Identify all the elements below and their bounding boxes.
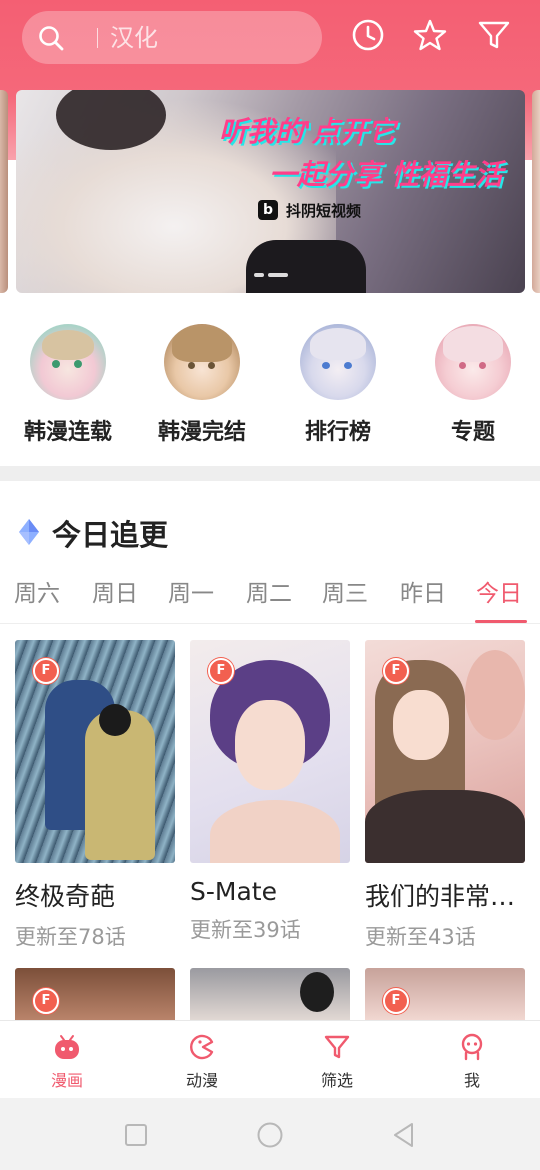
comic-card[interactable]: F 我们的非常… 更新至43话 [365,640,525,951]
category-avatar [300,324,376,400]
section-separator [0,466,540,481]
comic-update: 更新至43话 [365,925,476,949]
banner-subheadline: 一起分享 性福生活 [269,158,503,191]
comic-card[interactable]: F [15,968,175,1020]
nav-label: 漫画 [50,1071,83,1090]
comic-cover: F [15,640,175,863]
filter-icon [324,1035,350,1059]
free-badge: F [208,658,234,684]
free-badge: F [383,988,409,1014]
bottom-nav: 漫画 动漫 筛选 我 [0,1020,540,1098]
nav-profile[interactable]: 我 [422,1033,522,1091]
brand-name: 抖阴短视频 [286,202,362,220]
home-icon[interactable] [256,1121,284,1149]
search-icon [39,26,64,51]
comic-title: S-Mate [190,877,277,906]
search-bar[interactable] [22,11,322,64]
category-label: 专题 [450,420,495,445]
category-topics[interactable]: 专题 [405,324,540,446]
banner-headline: 听我的'点开它 [219,115,396,148]
back-icon[interactable] [390,1121,418,1149]
banner-prev-peek[interactable] [0,90,8,293]
tab-sunday[interactable]: 周日 [92,574,138,608]
banner-next-peek[interactable] [532,90,540,293]
comic-icon [55,1035,79,1059]
search-input[interactable] [110,20,310,56]
comic-update: 更新至39话 [190,918,301,942]
brand-logo: b [258,200,278,220]
category-label: 排行榜 [304,420,371,445]
promo-banner[interactable]: 听我的'点开它 一起分享 性福生活 b 抖阴短视频 [16,90,525,293]
tab-yesterday[interactable]: 昨日 [400,574,446,608]
active-tab-indicator [475,620,527,623]
filter-icon[interactable] [477,18,511,52]
nav-label: 我 [463,1071,480,1090]
category-korean-completed[interactable]: 韩漫完结 [134,324,270,446]
nav-label: 筛选 [320,1071,353,1090]
carousel-dot[interactable] [254,273,264,277]
nav-label: 动漫 [185,1071,218,1090]
comic-cover: F [190,640,350,863]
section-gem-icon [19,519,39,545]
comic-card[interactable]: F 终极奇葩 更新至78话 [15,640,175,951]
category-label: 韩漫完结 [157,420,246,445]
search-divider [97,28,98,48]
history-icon[interactable] [351,18,385,52]
comic-card[interactable]: F S-Mate 更新至39话 [190,640,350,944]
category-korean-serial[interactable]: 韩漫连载 [0,324,136,446]
comic-card[interactable] [190,968,350,1020]
tab-today[interactable]: 今日 [476,574,522,608]
tab-tuesday[interactable]: 周二 [246,574,292,608]
comic-cover [300,972,334,1012]
category-avatar [164,324,240,400]
category-avatar [435,324,511,400]
category-ranking[interactable]: 排行榜 [270,324,406,446]
free-badge: F [33,658,59,684]
comic-card[interactable]: F [365,968,525,1020]
profile-icon [461,1033,483,1061]
carousel-dot-active[interactable] [268,273,288,277]
comic-cover: F [365,640,525,863]
system-nav-bar [0,1098,540,1170]
comic-update: 更新至78话 [15,925,126,949]
nav-comic[interactable]: 漫画 [17,1033,117,1091]
category-label: 韩漫连载 [23,420,112,445]
tab-monday[interactable]: 周一 [168,574,214,608]
tab-wednesday[interactable]: 周三 [322,574,368,608]
category-row: 韩漫连载 韩漫完结 排行榜 专题 [0,300,540,465]
free-badge: F [33,988,59,1014]
day-tabs: 周六 周日 周一 周二 周三 昨日 今日 [0,570,540,624]
favorite-star-icon[interactable] [413,18,447,52]
anime-icon [190,1034,214,1060]
banner-image-detail [246,240,366,293]
section-title: 今日追更 [52,518,169,552]
comic-title: 我们的非常… [365,882,516,911]
comic-title: 终极奇葩 [15,882,116,911]
tab-saturday[interactable]: 周六 [14,574,60,608]
recent-apps-icon[interactable] [122,1121,150,1149]
nav-filter[interactable]: 筛选 [287,1033,387,1091]
nav-anime[interactable]: 动漫 [152,1033,252,1091]
free-badge: F [383,658,409,684]
category-avatar [30,324,106,400]
